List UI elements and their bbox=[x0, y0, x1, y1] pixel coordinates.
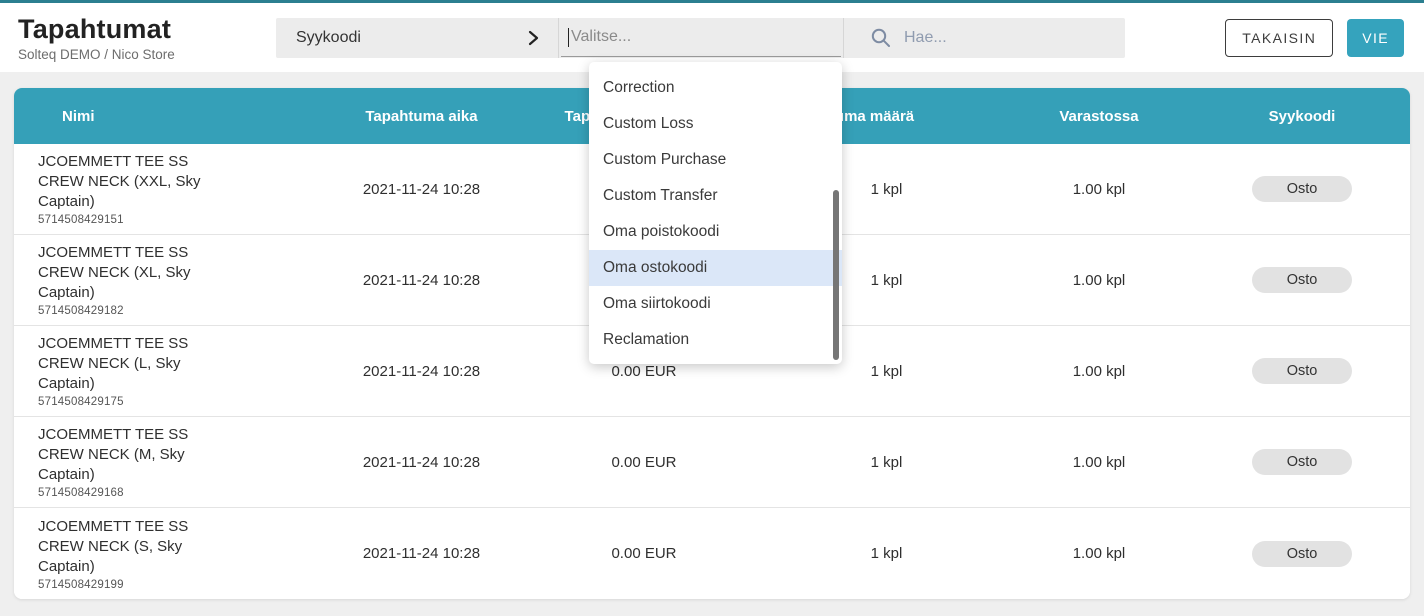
value-select-input[interactable] bbox=[561, 19, 841, 57]
product-cell: JCOEMMETT TEE SS CREW NECK (S, Sky Capta… bbox=[14, 517, 324, 591]
stock-amount: 1.00 kpl bbox=[1004, 454, 1194, 471]
reason-code-dropdown: Correction Custom Loss Custom Purchase C… bbox=[589, 62, 842, 364]
transaction-time: 2021-11-24 10:28 bbox=[324, 454, 519, 471]
transaction-time: 2021-11-24 10:28 bbox=[324, 181, 519, 198]
column-header-tapahtuma-aika: Tapahtuma aika bbox=[324, 108, 519, 125]
transaction-price: 0.00 EUR bbox=[519, 454, 769, 471]
product-cell: JCOEMMETT TEE SS CREW NECK (XXL, Sky Cap… bbox=[14, 152, 324, 226]
transaction-time: 2021-11-24 10:28 bbox=[324, 545, 519, 562]
column-header-syykoodi: Syykoodi bbox=[1194, 108, 1410, 125]
product-ean: 5714508429175 bbox=[38, 396, 324, 408]
reason-cell: Osto bbox=[1194, 541, 1410, 567]
product-name: JCOEMMETT TEE SS CREW NECK (S, Sky Capta… bbox=[38, 517, 213, 577]
reason-cell: Osto bbox=[1194, 358, 1410, 384]
reason-code-select-label: Syykoodi bbox=[296, 29, 361, 47]
dropdown-item-4[interactable]: Oma poistokoodi bbox=[589, 214, 842, 250]
reason-badge: Osto bbox=[1252, 358, 1352, 384]
stock-amount: 1.00 kpl bbox=[1004, 363, 1194, 380]
header-actions: TAKAISIN VIE bbox=[1225, 19, 1424, 57]
product-name: JCOEMMETT TEE SS CREW NECK (M, Sky Capta… bbox=[38, 425, 213, 485]
search-input[interactable] bbox=[892, 19, 1125, 57]
dropdown-item-1[interactable]: Custom Loss bbox=[589, 106, 842, 142]
dropdown-item-7[interactable]: Reclamation bbox=[589, 322, 842, 358]
transaction-time: 2021-11-24 10:28 bbox=[324, 363, 519, 380]
app-root: Tapahtumat Solteq DEMO / Nico Store Syyk… bbox=[0, 0, 1424, 599]
reason-code-select[interactable]: Syykoodi bbox=[276, 18, 558, 58]
table-row[interactable]: JCOEMMETT TEE SS CREW NECK (S, Sky Capta… bbox=[14, 508, 1410, 599]
dropdown-item-0[interactable]: Correction bbox=[589, 70, 842, 106]
reason-cell: Osto bbox=[1194, 267, 1410, 293]
transaction-price: 0.00 EUR bbox=[519, 545, 769, 562]
stock-amount: 1.00 kpl bbox=[1004, 181, 1194, 198]
reason-badge: Osto bbox=[1252, 267, 1352, 293]
back-button[interactable]: TAKAISIN bbox=[1225, 19, 1333, 57]
product-cell: JCOEMMETT TEE SS CREW NECK (XL, Sky Capt… bbox=[14, 243, 324, 317]
export-button[interactable]: VIE bbox=[1347, 19, 1404, 57]
title-block: Tapahtumat Solteq DEMO / Nico Store bbox=[0, 14, 276, 62]
transaction-amount: 1 kpl bbox=[769, 545, 1004, 562]
store-breadcrumb: Solteq DEMO / Nico Store bbox=[18, 47, 276, 62]
reason-cell: Osto bbox=[1194, 176, 1410, 202]
column-header-varastossa: Varastossa bbox=[1004, 108, 1194, 125]
dropdown-item-3[interactable]: Custom Transfer bbox=[589, 178, 842, 214]
product-cell: JCOEMMETT TEE SS CREW NECK (M, Sky Capta… bbox=[14, 425, 324, 499]
reason-badge: Osto bbox=[1252, 176, 1352, 202]
filter-bar: Syykoodi bbox=[276, 18, 1125, 58]
dropdown-item-6[interactable]: Oma siirtokoodi bbox=[589, 286, 842, 322]
dropdown-scrollbar-thumb[interactable] bbox=[833, 190, 839, 360]
product-name: JCOEMMETT TEE SS CREW NECK (XXL, Sky Cap… bbox=[38, 152, 213, 212]
product-ean: 5714508429168 bbox=[38, 487, 324, 499]
search-field[interactable] bbox=[844, 18, 1125, 58]
product-name: JCOEMMETT TEE SS CREW NECK (L, Sky Capta… bbox=[38, 334, 213, 394]
transaction-amount: 1 kpl bbox=[769, 454, 1004, 471]
search-icon bbox=[870, 27, 892, 49]
reason-cell: Osto bbox=[1194, 449, 1410, 475]
product-ean: 5714508429199 bbox=[38, 579, 324, 591]
dropdown-item-2[interactable]: Custom Purchase bbox=[589, 142, 842, 178]
dropdown-item-5[interactable]: Oma ostokoodi bbox=[589, 250, 842, 286]
stock-amount: 1.00 kpl bbox=[1004, 545, 1194, 562]
stock-amount: 1.00 kpl bbox=[1004, 272, 1194, 289]
product-cell: JCOEMMETT TEE SS CREW NECK (L, Sky Capta… bbox=[14, 334, 324, 408]
product-ean: 5714508429151 bbox=[38, 214, 324, 226]
transaction-price: 0.00 EUR bbox=[519, 363, 769, 380]
transaction-time: 2021-11-24 10:28 bbox=[324, 272, 519, 289]
page-title: Tapahtumat bbox=[18, 14, 276, 45]
chevron-right-icon bbox=[528, 30, 540, 46]
text-caret bbox=[568, 28, 569, 47]
transaction-amount: 1 kpl bbox=[769, 363, 1004, 380]
value-select-field[interactable] bbox=[559, 18, 843, 58]
reason-badge: Osto bbox=[1252, 449, 1352, 475]
reason-badge: Osto bbox=[1252, 541, 1352, 567]
table-row[interactable]: JCOEMMETT TEE SS CREW NECK (M, Sky Capta… bbox=[14, 417, 1410, 508]
column-header-nimi: Nimi bbox=[14, 108, 324, 125]
product-ean: 5714508429182 bbox=[38, 305, 324, 317]
product-name: JCOEMMETT TEE SS CREW NECK (XL, Sky Capt… bbox=[38, 243, 213, 303]
